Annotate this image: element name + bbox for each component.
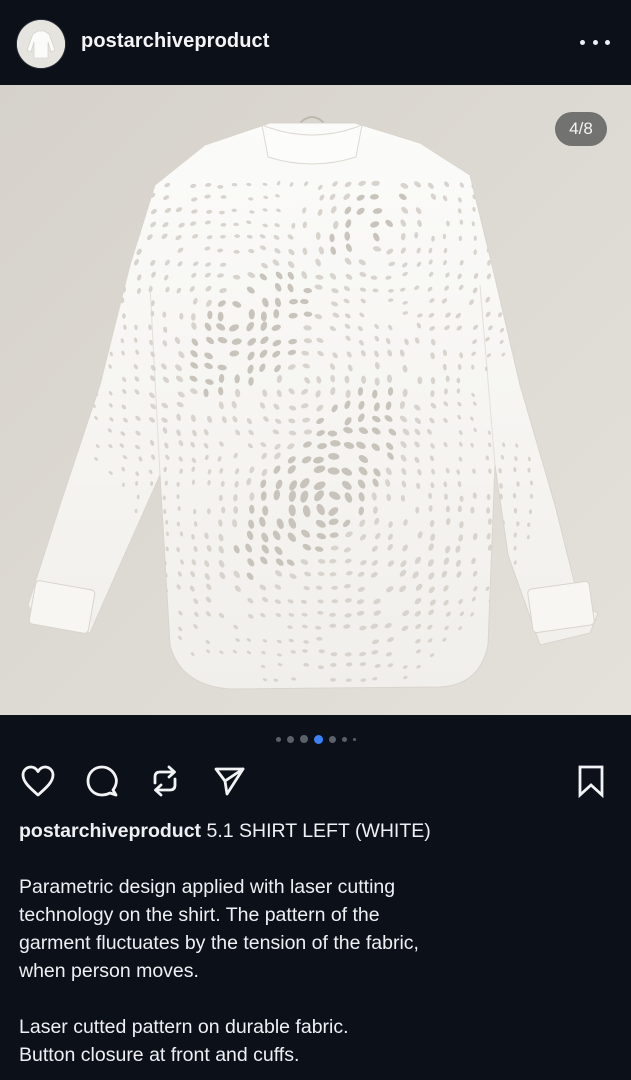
more-dot-icon: [580, 39, 585, 45]
more-options-button[interactable]: [580, 30, 610, 54]
shirt-photo: [0, 85, 631, 715]
caption-username[interactable]: postarchiveproduct: [19, 820, 201, 842]
laser-cut-hole: [260, 311, 267, 322]
caption-line: Button closure at front and cuffs.: [19, 1044, 300, 1066]
laser-cut-hole: [179, 312, 184, 320]
caption-line: Parametric design applied with laser cut…: [19, 876, 396, 898]
post-image[interactable]: [0, 85, 631, 715]
caption-line: [19, 985, 619, 1013]
laser-cut-hole: [248, 309, 255, 320]
carousel-indicator: [0, 733, 631, 745]
avatar[interactable]: [17, 20, 65, 68]
carousel-dot-active: [313, 734, 323, 744]
carousel-dot: [328, 735, 336, 743]
caption-line: when person moves.: [19, 960, 199, 982]
laser-cut-hole: [150, 310, 155, 317]
laser-cut-hole: [217, 311, 224, 322]
send-plane-icon: [214, 767, 245, 796]
laser-cut-hole: [162, 311, 167, 318]
carousel-dot: [286, 735, 294, 743]
caption-line: Laser cutted pattern on durable fabric.: [19, 1016, 349, 1038]
comment-button[interactable]: [82, 758, 122, 804]
caption-title: 5.1 SHIRT LEFT (WHITE): [206, 820, 431, 842]
bookmark-icon: [578, 765, 604, 798]
repost-arrows-icon: [153, 765, 177, 797]
caption-header: postarchiveproduct 5.1 SHIRT LEFT (WHITE…: [19, 820, 619, 843]
comment-bubble-icon: [86, 765, 118, 797]
post-header: postarchiveproduct: [0, 0, 631, 85]
laser-cut-hole: [122, 313, 126, 319]
laser-cut-hole: [191, 313, 196, 321]
like-button[interactable]: [18, 758, 58, 804]
laser-cut-hole: [207, 310, 213, 320]
carousel-dot: [275, 736, 281, 742]
post-actions-bar: [0, 758, 631, 806]
image-counter: 4/8: [555, 112, 607, 146]
carousel-dot: [341, 736, 347, 742]
more-dot-icon: [592, 39, 598, 45]
post-author-username[interactable]: postarchiveproduct: [81, 30, 270, 53]
heart-icon: [21, 765, 55, 797]
carousel-dot: [299, 735, 308, 743]
save-button[interactable]: [571, 758, 611, 804]
caption-line: technology on the shirt. The pattern of …: [19, 904, 380, 926]
caption-text: Parametric design applied with laser cut…: [19, 873, 619, 1069]
avatar-shirt-icon: [17, 20, 65, 68]
carousel-dot: [352, 737, 356, 741]
laser-cut-hole: [273, 309, 280, 319]
caption-line: garment fluctuates by the tension of the…: [19, 932, 419, 954]
repost-button[interactable]: [145, 758, 185, 804]
share-button[interactable]: [209, 758, 249, 804]
more-dot-icon: [605, 39, 610, 45]
